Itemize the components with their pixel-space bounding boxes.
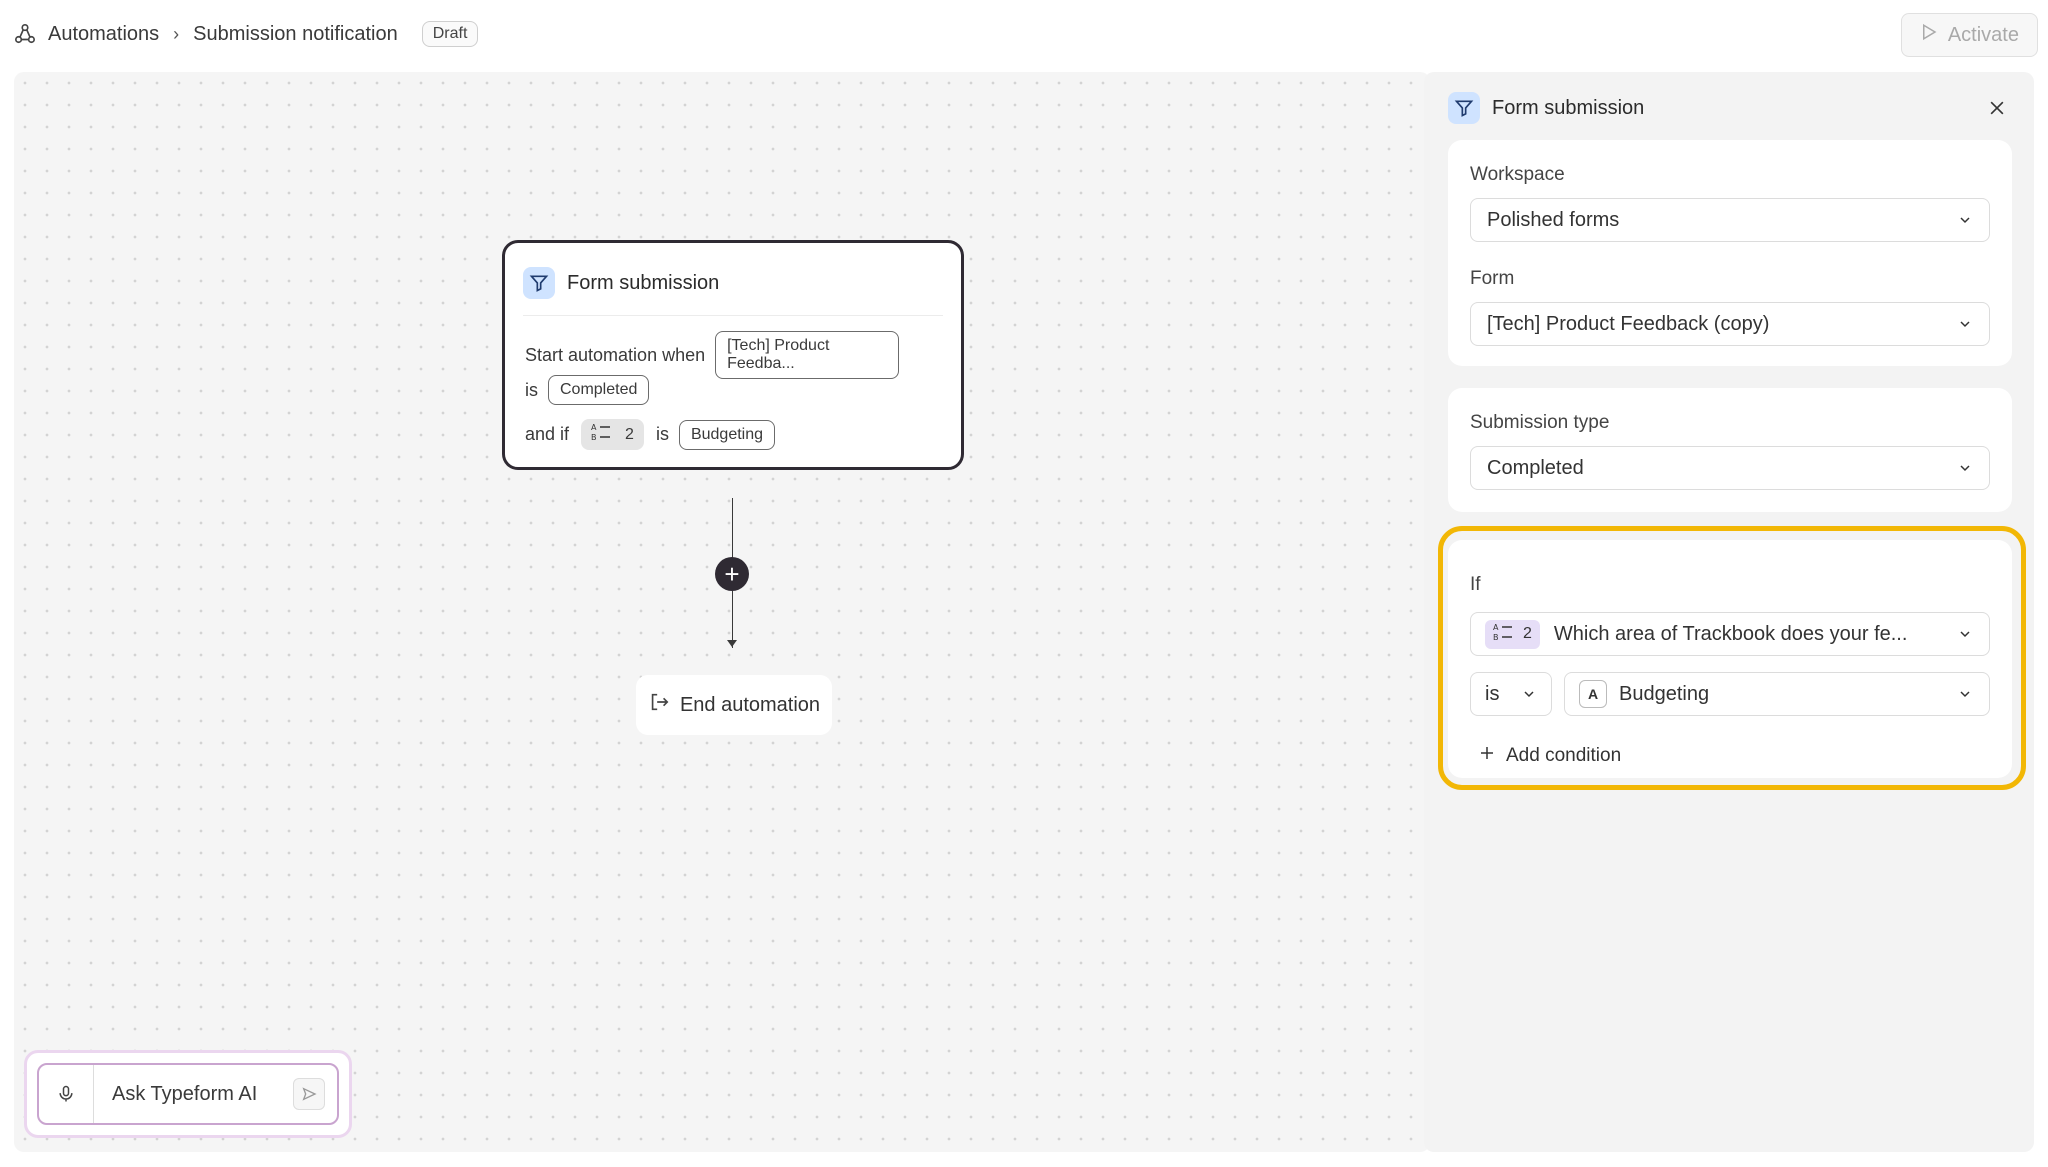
form-label: Form: [1470, 268, 1515, 289]
status-badge: Draft: [421, 21, 479, 47]
svg-text:A: A: [591, 423, 597, 432]
top-bar: Automations › Submission notification Dr…: [0, 0, 2048, 72]
answer-letter: A: [1579, 680, 1607, 708]
ask-ai-input[interactable]: Ask Typeform AI: [37, 1063, 339, 1125]
node-row-status: is Completed: [525, 375, 650, 405]
question-chip: AB 2: [1485, 619, 1540, 649]
if-label: If: [1470, 574, 1481, 595]
chevron-down-icon: [1957, 316, 1973, 332]
ask-ai-box: Ask Typeform AI: [24, 1050, 352, 1138]
node-row-start: Start automation when [Tech] Product Fee…: [525, 331, 900, 379]
breadcrumb: Automations › Submission notification Dr…: [14, 18, 479, 50]
submission-card: Submission type Completed: [1448, 388, 2012, 512]
answer-value: Budgeting: [1619, 682, 1710, 705]
form-card: Workspace Polished forms Form [Tech] Pro…: [1448, 140, 2012, 366]
svg-text:B: B: [591, 433, 597, 441]
chevron-down-icon: [1521, 686, 1537, 702]
panel-header: Form submission: [1448, 90, 2010, 126]
form-value: [Tech] Product Feedback (copy): [1487, 312, 1770, 335]
row-label: is: [525, 379, 538, 400]
form-pill[interactable]: [Tech] Product Feedba...: [715, 331, 900, 379]
properties-panel: Form submission Workspace Polished forms…: [1424, 72, 2034, 1152]
chevron-down-icon: [1957, 626, 1973, 642]
end-label: End automation: [679, 693, 821, 716]
question-chip[interactable]: AB 2: [581, 419, 644, 450]
question-number: 2: [1523, 625, 1532, 642]
mic-icon[interactable]: [39, 1065, 94, 1123]
send-icon[interactable]: [293, 1078, 325, 1110]
plus-icon: [1478, 744, 1496, 768]
node-title: Form submission: [567, 271, 720, 294]
funnel-icon: [523, 267, 555, 299]
submission-type-select[interactable]: Completed: [1470, 446, 1990, 490]
automation-icon: [14, 21, 40, 47]
submission-type-label: Submission type: [1470, 412, 1610, 433]
panel-title: Form submission: [1492, 96, 1645, 119]
condition-card: If AB 2 Which area of Trackbook does you…: [1448, 540, 2012, 778]
answer-select[interactable]: A Budgeting: [1564, 672, 1990, 716]
chevron-right-icon: ›: [173, 23, 180, 44]
funnel-icon: [1448, 92, 1480, 124]
answer-pill[interactable]: Budgeting: [678, 419, 776, 450]
question-value: Which area of Trackbook does your fe...: [1553, 622, 1908, 645]
add-condition-button[interactable]: Add condition: [1478, 744, 1621, 768]
chevron-down-icon: [1957, 460, 1973, 476]
exit-icon: [648, 691, 670, 719]
row-label: and if: [525, 424, 570, 444]
activate-label: Activate: [1947, 23, 2019, 46]
ask-ai-placeholder: Ask Typeform AI: [112, 1082, 258, 1105]
breadcrumb-automations[interactable]: Automations: [48, 23, 159, 46]
node-header: Form submission: [523, 263, 943, 316]
row-label: Start automation when: [525, 344, 706, 365]
add-condition-label: Add condition: [1506, 745, 1622, 766]
plus-icon: +: [724, 559, 740, 589]
add-step-button[interactable]: +: [715, 557, 749, 591]
play-icon: [1920, 23, 1938, 47]
activate-button[interactable]: Activate: [1900, 13, 2038, 57]
chevron-down-icon: [1957, 686, 1973, 702]
status-pill[interactable]: Completed: [548, 375, 650, 405]
svg-text:A: A: [1493, 623, 1499, 632]
question-number: 2: [625, 425, 634, 443]
ranking-icon: AB: [591, 423, 611, 446]
close-icon[interactable]: [1984, 95, 2010, 121]
workflow-canvas[interactable]: Form submission Start automation when [T…: [14, 72, 1430, 1152]
workspace-select[interactable]: Polished forms: [1470, 198, 1990, 242]
operator-value: is: [1485, 682, 1500, 705]
breadcrumb-current: Submission notification: [193, 22, 398, 45]
workspace-label: Workspace: [1470, 164, 1565, 185]
row-is: is: [655, 424, 669, 444]
workspace-value: Polished forms: [1487, 208, 1620, 231]
ranking-icon: AB: [1493, 623, 1513, 646]
form-select[interactable]: [Tech] Product Feedback (copy): [1470, 302, 1990, 346]
trigger-node[interactable]: Form submission Start automation when [T…: [502, 240, 964, 470]
svg-text:B: B: [1493, 633, 1499, 641]
chevron-down-icon: [1957, 212, 1973, 228]
connector-arrow: [727, 640, 737, 647]
operator-select[interactable]: is: [1470, 672, 1552, 716]
question-select[interactable]: AB 2 Which area of Trackbook does your f…: [1470, 612, 1990, 656]
node-row-condition: and if AB 2 is Budgeting: [525, 419, 776, 450]
submission-type-value: Completed: [1487, 456, 1584, 479]
end-automation-node[interactable]: End automation: [636, 675, 832, 735]
